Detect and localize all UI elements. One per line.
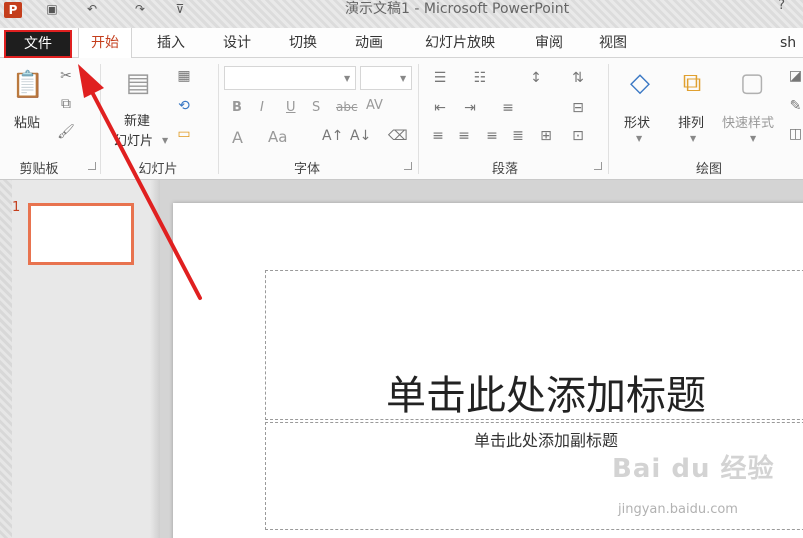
line-spacing-icon[interactable]: ↕ [524,70,548,86]
numbering-icon[interactable]: ☷ [468,70,492,86]
shadow-button[interactable]: S [312,100,320,115]
quick-styles-button[interactable]: 快速样式 [722,112,774,131]
font-launcher-icon[interactable] [404,162,412,170]
increase-indent-icon[interactable]: ⇥ [458,100,482,116]
pane-divider[interactable] [150,180,160,538]
undo-icon[interactable]: ↶ [84,2,100,16]
group-slides-label: 幻灯片 [138,162,178,177]
tab-design[interactable]: 设计 [212,28,262,58]
watermark-url: jingyan.baidu.com [618,502,738,517]
tab-insert[interactable]: 插入 [146,28,196,58]
reset-icon[interactable]: ⟲ [174,98,194,114]
underline-button[interactable]: U [286,100,296,115]
arrange-icon[interactable]: ⧉ [672,68,712,98]
columns-icon[interactable]: ≡ [496,100,520,116]
format-painter-icon[interactable]: 🖌 [56,124,76,140]
title-placeholder-text: 单击此处添加标题 [386,373,706,419]
tab-more[interactable]: sh [780,28,803,58]
slide-thumbnail[interactable] [28,203,134,265]
title-bar: P ▣ ↶ ↷ ⊽ 演示文稿1 - Microsoft PowerPoint ? [0,0,803,28]
help-icon[interactable]: ? [778,0,785,13]
clear-formatting-icon[interactable]: ⌫ [388,128,408,144]
italic-button[interactable]: I [260,100,264,115]
tab-transitions[interactable]: 切换 [278,28,328,58]
distributed-icon[interactable]: ⊞ [536,128,556,144]
new-slide-icon[interactable]: ▤ [118,68,158,98]
arrange-dropdown-icon[interactable]: ▼ [690,134,696,143]
align-center-icon[interactable]: ≡ [454,128,474,144]
tab-home[interactable]: 开始 [78,28,132,59]
title-placeholder[interactable]: 单击此处添加标题 [265,270,803,420]
tab-animations[interactable]: 动画 [344,28,394,58]
save-icon[interactable]: ▣ [44,2,60,16]
bold-button[interactable]: B [232,100,242,115]
shrink-font-icon[interactable]: A↓ [350,128,371,144]
text-direction-icon[interactable]: ⇅ [566,70,590,86]
paste-icon[interactable]: 📋 [10,70,46,100]
quick-styles-dropdown-icon[interactable]: ▼ [750,134,756,143]
baidu-watermark: Bai du 经验 jingyan.baidu.com [612,448,792,528]
align-right-icon[interactable]: ≡ [482,128,502,144]
group-separator [100,64,101,174]
window-edge [0,180,12,538]
thumbnail-number: 1 [12,200,21,215]
font-size-dropdown-icon[interactable]: ▼ [400,74,406,83]
justify-icon[interactable]: ≣ [508,128,528,144]
strikethrough-button[interactable]: abc [336,100,358,114]
ribbon: 📋 粘贴 ✂ ⧉ 🖌 剪贴板 ▤ 新建 幻灯片 ▼ ▦ ⟲ ▭ 幻灯片 ▼ ▼ … [0,58,803,180]
char-spacing-button[interactable]: AV [366,98,383,113]
decrease-indent-icon[interactable]: ⇤ [428,100,452,116]
shape-outline-icon[interactable]: ✎ [788,98,803,114]
paragraph-launcher-icon[interactable] [594,162,602,170]
customize-icon[interactable]: ⊽ [172,2,188,16]
layout-icon[interactable]: ▦ [174,68,194,84]
tab-slideshow[interactable]: 幻灯片放映 [418,28,502,58]
watermark-logo-text: Bai du 经验 [612,454,775,484]
new-slide-label-2[interactable]: 幻灯片 [114,130,153,149]
group-font-label: 字体 [293,162,320,177]
new-slide-dropdown-icon[interactable]: ▼ [162,136,168,145]
group-drawing-label: 绘图 [695,162,722,177]
section-icon[interactable]: ▭ [174,126,194,142]
slide-thumbnail-pane: 1 [12,180,160,538]
quick-styles-icon[interactable]: ▢ [732,68,772,98]
redo-icon[interactable]: ↷ [132,2,148,16]
group-clipboard-label: 剪贴板 [19,162,59,177]
paste-button[interactable]: 粘贴 [14,112,40,131]
shape-effects-icon[interactable]: ◫ [788,126,803,142]
new-slide-label-1[interactable]: 新建 [124,110,150,129]
clipboard-launcher-icon[interactable] [88,162,96,170]
copy-icon[interactable]: ⧉ [56,96,76,112]
smartart-icon[interactable]: ⊡ [566,128,590,144]
group-separator [418,64,419,174]
change-case-button[interactable]: Aa [268,128,287,146]
tab-review[interactable]: 审阅 [526,28,572,58]
shapes-icon[interactable]: ◇ [620,68,660,98]
align-text-icon[interactable]: ⊟ [566,100,590,116]
shape-fill-icon[interactable]: ◪ [788,68,803,84]
tab-file[interactable]: 文件 [4,30,72,58]
group-paragraph-label: 段落 [491,162,518,177]
font-name-select[interactable] [224,66,356,90]
ribbon-tabs: 文件 开始 插入 设计 切换 动画 幻灯片放映 审阅 视图 sh [0,28,803,59]
powerpoint-logo-icon: P [4,2,22,18]
font-name-dropdown-icon[interactable]: ▼ [344,74,350,83]
group-separator [608,64,609,174]
group-separator [218,64,219,174]
arrange-button[interactable]: 排列 [678,112,704,131]
cut-icon[interactable]: ✂ [56,68,76,84]
tab-view[interactable]: 视图 [590,28,636,58]
shapes-button[interactable]: 形状 [624,112,650,131]
align-left-icon[interactable]: ≡ [428,128,448,144]
font-color-button[interactable]: A [232,128,243,147]
bullets-icon[interactable]: ☰ [428,70,452,86]
shapes-dropdown-icon[interactable]: ▼ [636,134,642,143]
grow-font-icon[interactable]: A↑ [322,128,343,144]
window-title: 演示文稿1 - Microsoft PowerPoint [345,1,570,17]
